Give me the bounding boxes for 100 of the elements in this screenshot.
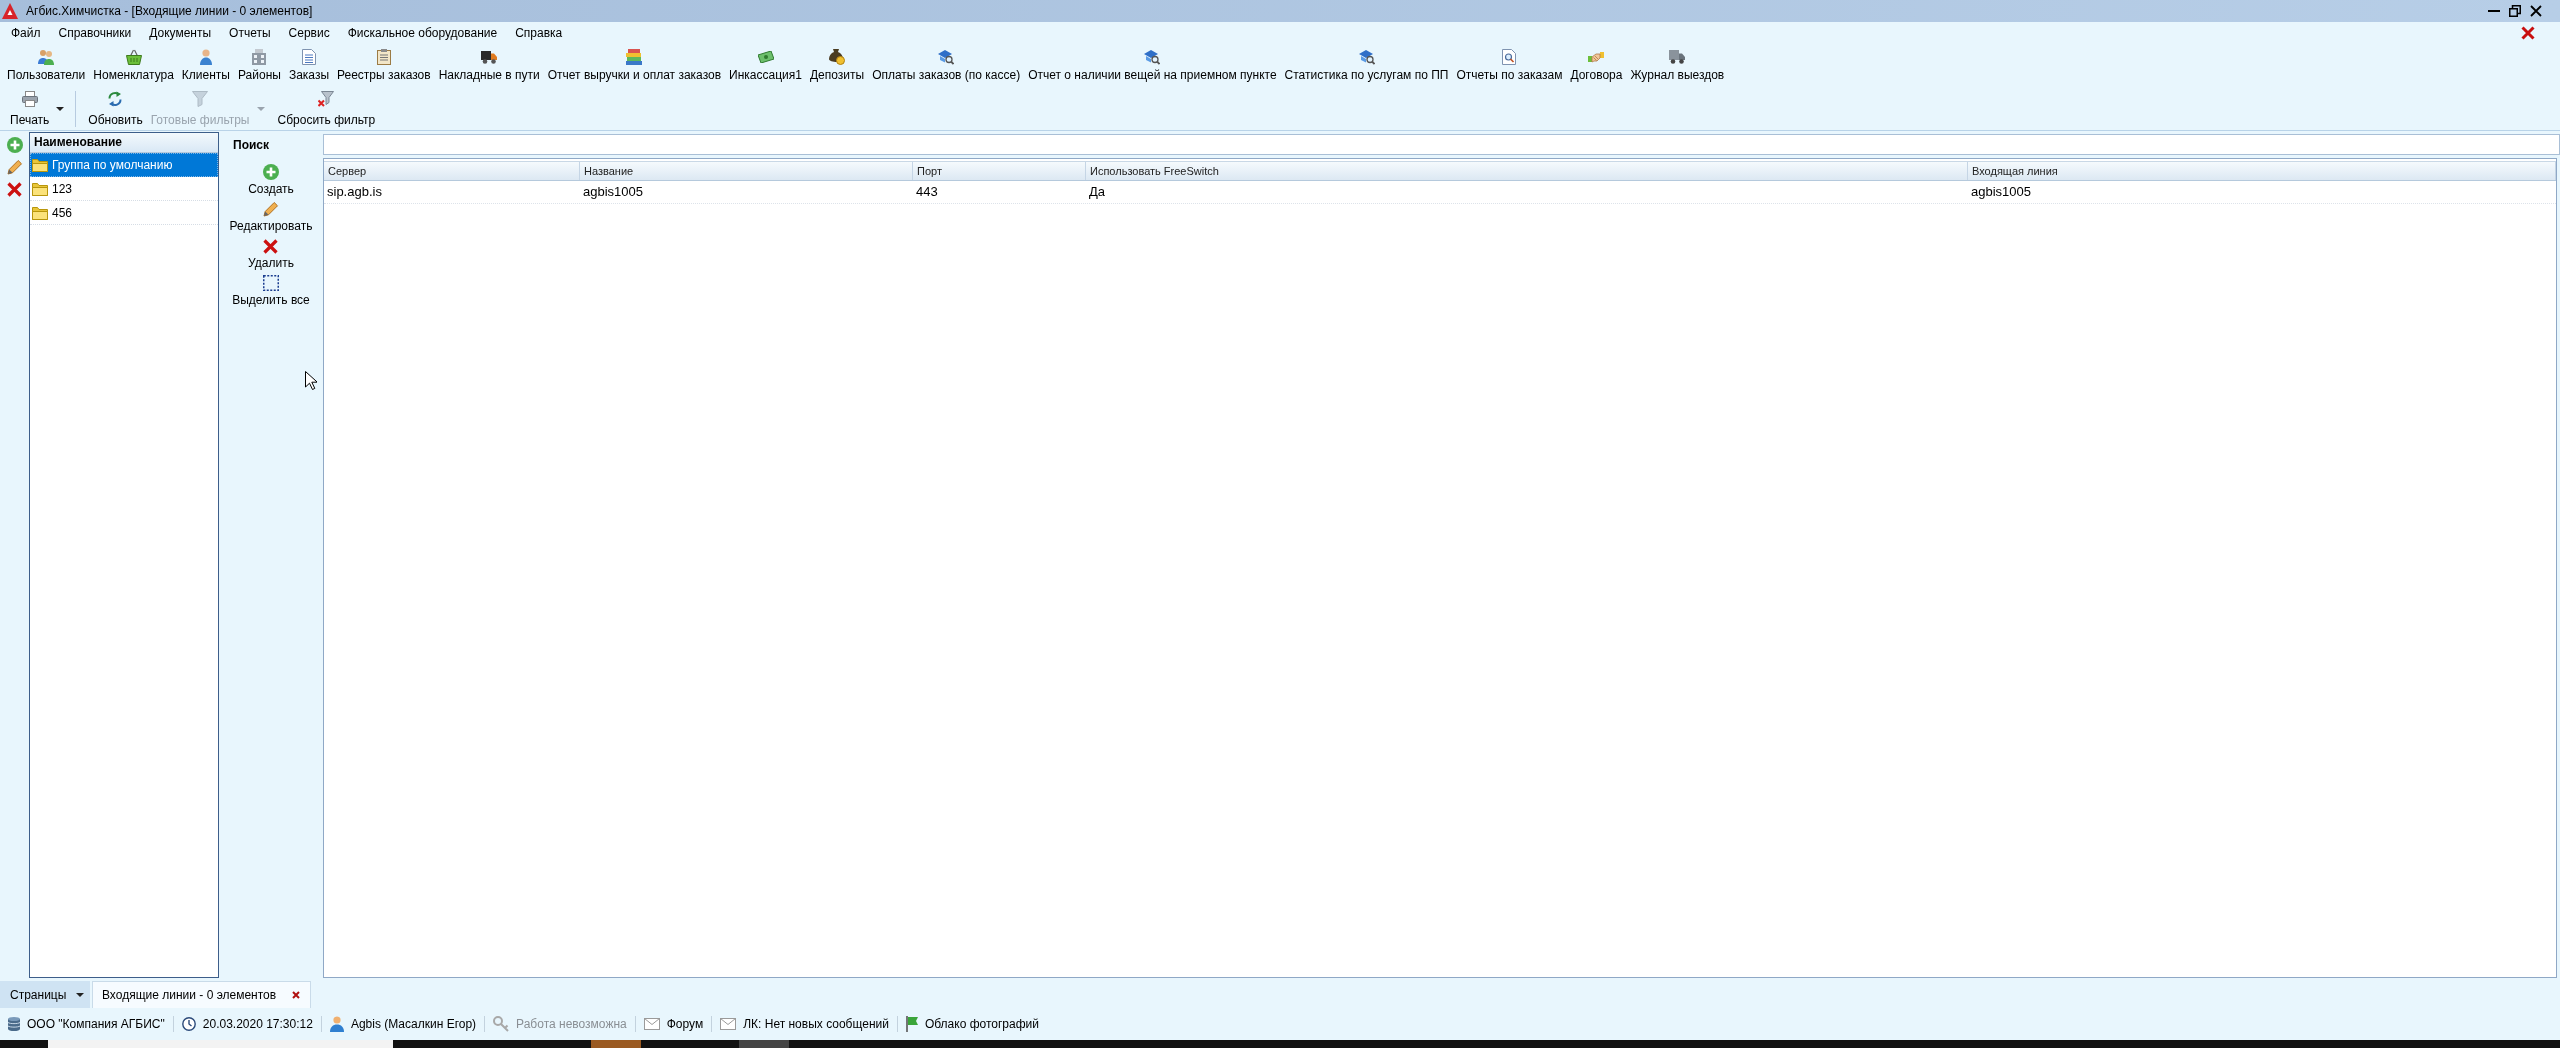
toolbar-button[interactable]: Статистика по услугам по ПП <box>1280 44 1453 82</box>
column-header: Наименование <box>30 133 218 153</box>
status-text: Agbis (Масалкин Егор) <box>350 1017 477 1031</box>
toolbar-button[interactable]: Пользователи <box>3 44 90 82</box>
toolbar-button[interactable]: Отчет выручки и оплат заказов <box>543 44 726 82</box>
toolbar-button[interactable]: Печать <box>6 89 54 129</box>
database-icon <box>8 1017 20 1031</box>
menu-item[interactable]: Документы <box>140 23 221 43</box>
close-icon <box>2521 26 2535 40</box>
toolbar-button[interactable]: Договора <box>1566 44 1627 82</box>
status-text: ЛК: Нет новых сообщений <box>743 1017 889 1031</box>
status-text: 20.03.2020 17:30:12 <box>202 1017 313 1031</box>
person-icon <box>197 49 214 65</box>
clock-icon <box>181 1017 196 1031</box>
menu-item[interactable]: Отчеты <box>220 23 280 43</box>
toolbar-button[interactable]: Клиенты <box>177 44 234 82</box>
clipboard-icon <box>376 49 391 65</box>
action-button[interactable]: Редактировать <box>229 199 313 235</box>
toolbar-button[interactable]: Районы <box>234 44 285 82</box>
user-icon <box>329 1016 344 1032</box>
search-label: Поиск <box>233 138 269 152</box>
action-button[interactable]: Выделить все <box>232 273 310 309</box>
building-icon <box>251 49 268 65</box>
table-cell-text: 443 <box>915 183 939 201</box>
delete-icon <box>263 238 279 254</box>
status-text: ООО "Компания АГБИС" <box>27 1017 165 1031</box>
folder-icon <box>32 157 48 172</box>
restore-icon <box>2508 5 2521 17</box>
status-text: Работа невозможна <box>516 1017 627 1031</box>
action-button[interactable]: Создать <box>248 162 294 198</box>
delete-icon <box>7 181 22 197</box>
status-text: Облако фотографий <box>924 1017 1039 1031</box>
toolbar-button[interactable]: Реестры заказов <box>333 44 435 82</box>
column-header: Входящая линия <box>1968 162 2556 180</box>
toolbar-button[interactable]: Обновить <box>84 89 147 129</box>
table-cell-text: Да <box>1088 183 1107 201</box>
envelope-icon <box>643 1018 660 1030</box>
document-icon <box>301 49 316 65</box>
cursor-icon <box>305 371 317 390</box>
money-icon <box>757 51 774 63</box>
menu-item[interactable]: Файл <box>2 23 50 43</box>
key-icon <box>493 1016 510 1032</box>
tree-item[interactable]: Группа по умолчанию <box>30 153 218 177</box>
table-cell-text: agbis1005 <box>1970 183 2032 201</box>
toolbar-button[interactable]: Инкассация1 <box>725 44 806 82</box>
tree-item[interactable]: 123 <box>30 177 218 201</box>
filter-remove-icon <box>318 91 335 107</box>
close-document-button[interactable] <box>2520 25 2536 41</box>
toolbar-button[interactable]: Сбросить фильтр <box>273 89 380 129</box>
printer-icon <box>21 91 38 107</box>
menu-item[interactable]: Сервис <box>279 23 339 43</box>
toolbar-button[interactable]: Оплаты заказов (по кассе) <box>868 44 1025 82</box>
users-icon <box>38 49 55 65</box>
delete-button[interactable] <box>5 180 24 198</box>
add-button[interactable] <box>5 136 24 154</box>
search-field[interactable] <box>323 134 2560 155</box>
magnifier-icon <box>938 49 955 65</box>
folder-icon <box>32 181 48 196</box>
column-header: Порт <box>913 162 1086 180</box>
toolbar-button[interactable]: Отчет о наличии вещей на приемном пункте <box>1024 44 1281 82</box>
handshake-icon <box>1588 51 1605 63</box>
envelope-icon <box>720 1018 737 1030</box>
app-logo-icon <box>2 3 18 19</box>
caret-icon <box>56 107 65 111</box>
magnifier-icon <box>1358 49 1375 65</box>
column-header: Сервер <box>324 162 580 180</box>
page-tab[interactable]: Входящие линии - 0 элементов <box>92 981 312 1008</box>
toolbar-button[interactable]: Отчеты по заказам <box>1452 44 1567 82</box>
pages-menu-button[interactable]: Страницы <box>0 981 90 1008</box>
toolbar-button[interactable]: Депозиты <box>805 44 869 82</box>
flag-icon <box>905 1016 918 1032</box>
taskbar-search-field[interactable] <box>48 1040 393 1048</box>
truck-icon <box>1669 50 1686 64</box>
window-title: Агбис.Химчистка - [Входящие линии - 0 элементов] <box>26 4 313 18</box>
dashed-square-icon <box>263 275 279 291</box>
tree-item[interactable]: 456 <box>30 201 218 225</box>
truck-icon <box>481 50 498 64</box>
caret-icon <box>76 992 85 997</box>
toolbar-button[interactable]: Журнал выездов <box>1626 44 1729 82</box>
toolbar-button[interactable]: Накладные в пути <box>434 44 544 82</box>
close-icon <box>2529 5 2542 17</box>
pencil-icon <box>263 201 279 217</box>
table-cell-text: sip.agb.is <box>326 183 383 201</box>
caret-icon <box>256 107 265 111</box>
column-header: Использовать FreeSwitch <box>1086 162 1968 180</box>
close-icon <box>292 991 301 999</box>
filter-icon <box>192 91 209 107</box>
edit-button[interactable] <box>5 158 24 176</box>
books-icon <box>626 49 643 65</box>
menu-item[interactable]: Справка <box>506 23 572 43</box>
table-cell-text: agbis1005 <box>582 183 644 201</box>
status-text: Форум <box>666 1017 704 1031</box>
action-button[interactable]: Удалить <box>248 236 294 272</box>
menu-item[interactable]: Фискальное оборудование <box>338 23 507 43</box>
toolbar-button[interactable]: Заказы <box>284 44 333 82</box>
pencil-icon <box>6 159 23 175</box>
toolbar-button[interactable]: Номенклатура <box>89 44 178 82</box>
coin-bag-icon <box>829 49 846 65</box>
menu-item[interactable]: Справочники <box>49 23 141 43</box>
document-search-icon <box>1502 49 1517 65</box>
